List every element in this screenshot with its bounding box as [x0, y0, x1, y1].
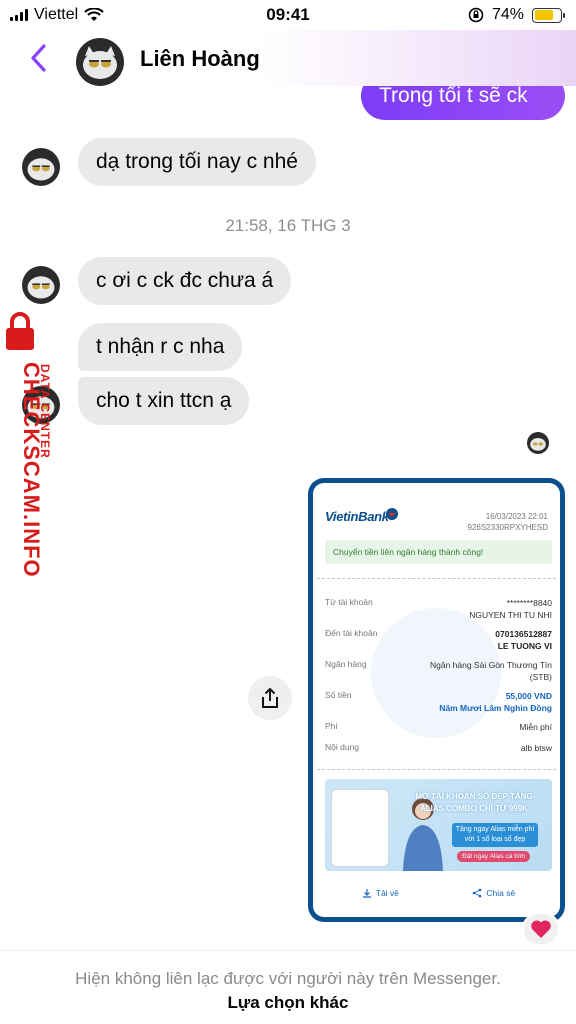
- download-action: Tải về: [362, 888, 399, 898]
- composer-unavailable-notice: Hiện không liên lạc được với người này t…: [0, 950, 576, 1024]
- divider: [317, 578, 556, 579]
- checkscam-watermark: CHECKSCAM.INFO DATA CENTER: [0, 300, 70, 600]
- promo-subtitle: Tặng ngay Alias miễn phí với 1 số loại s…: [452, 823, 538, 847]
- share-nodes-icon: [473, 888, 482, 898]
- message-list[interactable]: Trong tối t sẽ ck dạ trong tối nay c nhé…: [0, 86, 576, 950]
- receipt-datetime: 16/03/2023 22:01 926S2330RPXYHESD: [467, 512, 549, 532]
- unavailable-note: Hiện không liên lạc được với người này t…: [75, 969, 501, 988]
- download-icon: [362, 889, 371, 898]
- orientation-lock-icon: [468, 7, 484, 23]
- other-options-link[interactable]: Lựa chọn khác: [0, 993, 576, 1013]
- success-banner: Chuyển tiền liên ngân hàng thành công!: [325, 540, 552, 564]
- receipt-actions: Tải về Chia sẻ: [325, 888, 552, 898]
- receipt-row: Số tiền 55,000 VND Năm Mươi Lăm Nghìn Đồn…: [325, 690, 552, 713]
- heart-reaction[interactable]: [522, 912, 560, 946]
- promo-phone-graphic: [331, 789, 389, 867]
- receipt-row: Phí Miễn phí: [325, 721, 552, 732]
- incoming-message[interactable]: cho t xin ttcn ạ: [78, 377, 250, 425]
- receipt-row: Từ tài khoản ********8840 NGUYEN THI TU N…: [325, 597, 552, 620]
- chevron-left-icon: [31, 44, 46, 72]
- promo-banner: MỞ TÀI KHOẢN SỐ ĐẸP TẶNG ALIAS COMBO CHỈ…: [325, 779, 552, 871]
- incoming-message[interactable]: dạ trong tối nay c nhé: [78, 138, 316, 186]
- divider: [317, 769, 556, 770]
- battery-icon: [532, 7, 565, 23]
- incoming-message[interactable]: t nhận r c nha: [78, 323, 243, 371]
- receipt-row: Ngân hàng Ngân hàng Sài Gòn Thương Tín (S…: [325, 659, 552, 682]
- status-bar: Viettel 09:41 74%: [0, 0, 576, 30]
- contact-avatar[interactable]: [76, 38, 124, 86]
- promo-title: MỞ TÀI KHOẢN SỐ ĐẸP TẶNG ALIAS COMBO CHỈ…: [415, 792, 533, 813]
- read-receipt-avatar: [527, 432, 549, 454]
- transfer-receipt-image[interactable]: VietinBank 16/03/2023 22:01 926S2330RPXYH…: [308, 478, 565, 922]
- back-button[interactable]: [26, 42, 52, 74]
- incoming-message[interactable]: c ơi c ck đc chưa á: [78, 257, 292, 305]
- receipt-row: Nội dung alb btsw: [325, 742, 552, 753]
- receipt-row: Đến tài khoản 070136512887 LE TUONG VI: [325, 628, 552, 651]
- contact-name[interactable]: Liên Hoàng: [140, 46, 260, 72]
- sender-avatar: [22, 266, 60, 304]
- chat-header: Liên Hoàng: [0, 30, 576, 86]
- battery-percent: 74%: [491, 6, 524, 23]
- message-timestamp: 21:58, 16 THG 3: [225, 216, 351, 235]
- share-action: Chia sẻ: [472, 888, 515, 898]
- heart-icon: [531, 920, 551, 938]
- bank-logo-mark: [386, 508, 398, 520]
- outgoing-message[interactable]: Trong tối t sẽ ck: [361, 86, 565, 120]
- sender-avatar: [22, 148, 60, 186]
- share-button[interactable]: [248, 676, 292, 720]
- watermark-subtext: DATA CENTER: [38, 364, 52, 459]
- share-icon: [262, 687, 278, 708]
- promo-cta: Đặt ngay Alias cá tính: [457, 851, 530, 862]
- lock-icon: [6, 312, 34, 350]
- bank-logo: VietinBank: [325, 509, 389, 524]
